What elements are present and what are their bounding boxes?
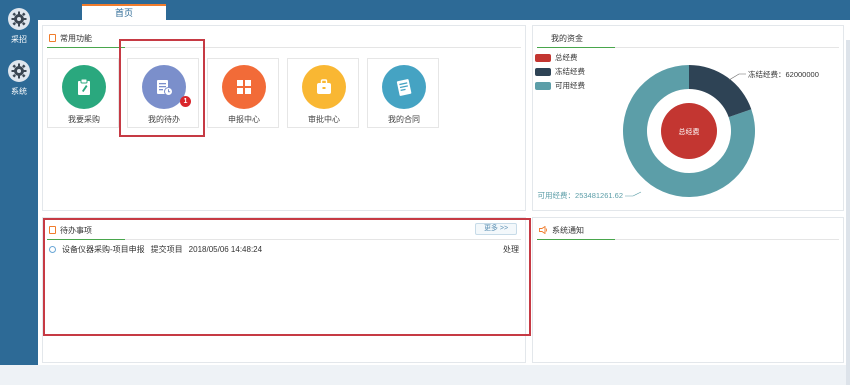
funds-donut-chart: 总经费 冻结经费：62000000 可用经费：253481261.62 <box>538 65 819 200</box>
sidebar-item-procurement[interactable]: 采招 <box>0 8 38 52</box>
sidebar: 采招 系统 <box>0 0 38 365</box>
contract-icon <box>382 65 426 109</box>
function-label: 审批中心 <box>308 115 340 124</box>
common-functions-panel: 常用功能 我要采购 1 我的待办 申报中心 审批中心 我的合同 <box>42 25 526 211</box>
sidebar-item-system[interactable]: 系统 <box>0 60 38 104</box>
frozen-value-label: 冻结经费：62000000 <box>748 69 819 79</box>
frozen-leader-line <box>728 73 746 81</box>
divider <box>537 239 839 240</box>
grid-icon <box>222 65 266 109</box>
speaker-icon <box>539 226 548 234</box>
available-leader-line <box>625 191 642 197</box>
top-bar: 首页 <box>38 0 850 20</box>
document-icon <box>49 34 56 42</box>
common-functions-title: 常用功能 <box>60 33 92 43</box>
highlight-box <box>119 39 205 137</box>
tab-home[interactable]: 首页 <box>82 4 166 20</box>
function-card-declare[interactable]: 申报中心 <box>207 58 279 128</box>
clipboard-pen-icon <box>62 65 106 109</box>
funds-panel: 我的资金 总经费 冻结经费 可用经费 总经费 冻结经费：62000000 可用经… <box>532 25 844 211</box>
main-content: 常用功能 我要采购 1 我的待办 申报中心 审批中心 我的合同 我的资金 总经费… <box>38 20 850 385</box>
scrollbar[interactable] <box>846 40 850 385</box>
function-label: 我要采购 <box>68 115 100 124</box>
highlight-box <box>43 218 531 336</box>
function-card-contract[interactable]: 我的合同 <box>367 58 439 128</box>
available-value-label: 可用经费：253481261.62 <box>538 190 623 200</box>
panel-title: 常用功能 <box>49 32 92 44</box>
function-label: 申报中心 <box>228 115 260 124</box>
sidebar-item-label: 系统 <box>11 87 27 96</box>
notice-title: 系统通知 <box>552 225 584 235</box>
function-card-approval[interactable]: 审批中心 <box>287 58 359 128</box>
briefcase-icon <box>302 65 346 109</box>
sidebar-item-label: 采招 <box>11 35 27 44</box>
gear-icon <box>8 8 30 30</box>
gear-icon <box>8 60 30 82</box>
panel-title: 系统通知 <box>539 224 584 236</box>
notice-panel: 系统通知 <box>532 217 844 363</box>
total-center-label: 总经费 <box>679 127 700 136</box>
function-card-procure[interactable]: 我要采购 <box>47 58 119 128</box>
function-label: 我的合同 <box>388 115 420 124</box>
